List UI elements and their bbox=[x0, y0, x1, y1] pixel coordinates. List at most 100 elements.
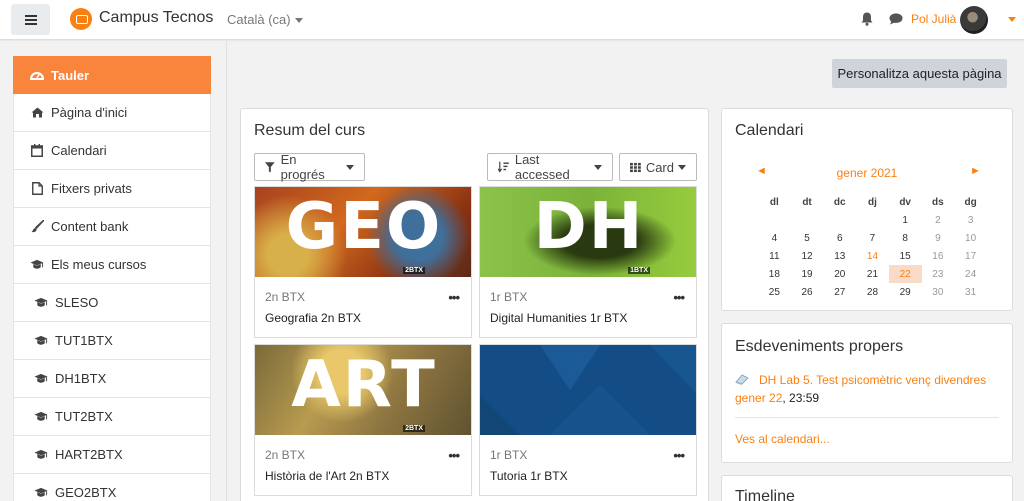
course-name-link[interactable]: Història de l'Art 2n BTX bbox=[265, 469, 389, 483]
menu-icon bbox=[24, 14, 37, 25]
user-name[interactable]: Pol Julià bbox=[911, 12, 956, 26]
weekday-header: dc bbox=[833, 196, 846, 208]
grouping-filter-dropdown[interactable]: En progrés bbox=[254, 152, 365, 182]
view-label: Card bbox=[645, 159, 674, 175]
divider bbox=[735, 417, 999, 418]
course-category: 1r BTX bbox=[490, 290, 528, 304]
course-image-pattern bbox=[480, 345, 696, 435]
calendar-day[interactable]: 12 bbox=[791, 247, 824, 265]
calendar-day[interactable]: 1 bbox=[889, 211, 922, 229]
course-actions-button[interactable]: ••• bbox=[673, 290, 685, 305]
calendar-day[interactable]: 2 bbox=[922, 211, 955, 229]
calendar-day[interactable]: 24 bbox=[954, 265, 987, 283]
upcoming-event[interactable]: DH Lab 5. Test psicomètric venç divendre… bbox=[735, 371, 995, 407]
calendar-day[interactable]: 13 bbox=[823, 247, 856, 265]
calendar-week-row: 11 12 13 14 15 16 17 bbox=[758, 247, 987, 265]
nav-item-dashboard[interactable]: Tauler bbox=[13, 56, 211, 94]
calendar-day[interactable]: 30 bbox=[922, 283, 955, 301]
go-to-calendar-link[interactable]: Ves al calendari... bbox=[735, 432, 830, 446]
course-card[interactable]: DH 1BTX 1r BTX ••• Digital Humanities 1r… bbox=[479, 186, 697, 338]
menu-toggle-button[interactable] bbox=[11, 4, 50, 35]
calendar-day[interactable]: 22 bbox=[888, 265, 922, 283]
site-name[interactable]: Campus Tecnos bbox=[99, 9, 213, 27]
nav-item-course-sleso[interactable]: SLESO bbox=[13, 284, 211, 322]
calendar-day[interactable]: 8 bbox=[889, 229, 922, 247]
nav-item-course-hart2btx[interactable]: HART2BTX bbox=[13, 436, 211, 474]
chevron-down-icon bbox=[594, 164, 602, 170]
course-card[interactable]: GEO 2BTX 2n BTX ••• Geografia 2n BTX bbox=[254, 186, 472, 338]
calendar-day[interactable]: 3 bbox=[954, 211, 987, 229]
calendar-day[interactable]: 18 bbox=[758, 265, 791, 283]
language-selector[interactable]: Català (ca) bbox=[227, 12, 303, 27]
nav-item-content-bank[interactable]: Content bank bbox=[13, 208, 211, 246]
avatar[interactable] bbox=[960, 6, 988, 34]
site-logo[interactable] bbox=[70, 8, 92, 30]
calendar-day[interactable]: 6 bbox=[823, 229, 856, 247]
calendar-day[interactable]: 25 bbox=[758, 283, 791, 301]
course-card[interactable]: 1r BTX ••• Tutoria 1r BTX bbox=[479, 344, 697, 496]
view-dropdown[interactable]: Card bbox=[619, 153, 697, 181]
course-image[interactable]: GEO 2BTX bbox=[255, 187, 471, 277]
calendar-week-row: 25 26 27 28 29 30 31 bbox=[758, 283, 987, 301]
course-name-link[interactable]: Digital Humanities 1r BTX bbox=[490, 311, 627, 325]
next-month-button[interactable]: ► bbox=[970, 165, 981, 177]
calendar-day[interactable]: 16 bbox=[922, 247, 955, 265]
chevron-down-icon bbox=[294, 18, 303, 24]
calendar-day[interactable]: 20 bbox=[823, 265, 856, 283]
course-image-tag: 2BTX bbox=[403, 425, 425, 432]
calendar-day[interactable]: 27 bbox=[823, 283, 856, 301]
nav-item-home[interactable]: Pàgina d'inici bbox=[13, 94, 211, 132]
calendar-day[interactable]: 4 bbox=[758, 229, 791, 247]
course-actions-button[interactable]: ••• bbox=[448, 448, 460, 463]
chat-icon[interactable] bbox=[889, 13, 903, 25]
course-image[interactable]: DH 1BTX bbox=[480, 187, 696, 277]
calendar-day[interactable]: 19 bbox=[791, 265, 824, 283]
calendar-day[interactable]: 9 bbox=[922, 229, 955, 247]
sort-dropdown[interactable]: Last accessed bbox=[487, 152, 613, 182]
nav-item-my-courses[interactable]: Els meus cursos bbox=[13, 246, 211, 284]
chevron-down-icon bbox=[346, 164, 354, 170]
calendar-day[interactable]: 17 bbox=[954, 247, 987, 265]
nav-item-label: HART2BTX bbox=[55, 447, 123, 462]
course-actions-button[interactable]: ••• bbox=[673, 448, 685, 463]
course-name-link[interactable]: Tutoria 1r BTX bbox=[490, 469, 568, 483]
calendar-day[interactable]: 14 bbox=[856, 247, 889, 265]
course-category: 1r BTX bbox=[490, 448, 528, 462]
calendar-empty-cell bbox=[758, 211, 791, 229]
nav-drawer: Tauler Pàgina d'inici Calendari Fitxers … bbox=[0, 41, 227, 501]
event-title-link[interactable]: DH Lab 5. Test psicomètric bbox=[759, 373, 902, 387]
nav-item-private-files[interactable]: Fitxers privats bbox=[13, 170, 211, 208]
bell-icon[interactable] bbox=[861, 12, 873, 26]
calendar-day[interactable]: 5 bbox=[791, 229, 824, 247]
user-menu-chevron-icon[interactable] bbox=[1008, 17, 1016, 22]
weekday-header: ds bbox=[932, 196, 944, 208]
nav-item-calendar[interactable]: Calendari bbox=[13, 132, 211, 170]
nav-item-course-geo2btx[interactable]: GEO2BTX bbox=[13, 474, 211, 501]
calendar-day[interactable]: 31 bbox=[954, 283, 987, 301]
calendar-day[interactable]: 29 bbox=[889, 283, 922, 301]
course-name-link[interactable]: Geografia 2n BTX bbox=[265, 311, 361, 325]
calendar-day[interactable]: 7 bbox=[856, 229, 889, 247]
course-image-text: ART bbox=[291, 348, 437, 422]
course-image-tag: 1BTX bbox=[628, 267, 650, 274]
course-image[interactable] bbox=[480, 345, 696, 435]
course-card[interactable]: ART 2BTX 2n BTX ••• Història de l'Art 2n… bbox=[254, 344, 472, 496]
nav-item-course-tut1btx[interactable]: TUT1BTX bbox=[13, 322, 211, 360]
calendar-day[interactable]: 26 bbox=[791, 283, 824, 301]
nav-item-course-tut2btx[interactable]: TUT2BTX bbox=[13, 398, 211, 436]
graduation-cap-icon bbox=[34, 334, 48, 348]
course-actions-button[interactable]: ••• bbox=[448, 290, 460, 305]
calendar-day[interactable]: 21 bbox=[856, 265, 889, 283]
nav-item-course-dh1btx[interactable]: DH1BTX bbox=[13, 360, 211, 398]
file-icon bbox=[30, 182, 44, 196]
calendar-day[interactable]: 28 bbox=[856, 283, 889, 301]
calendar-day[interactable]: 23 bbox=[922, 265, 955, 283]
calendar-day[interactable]: 11 bbox=[758, 247, 791, 265]
course-image[interactable]: ART 2BTX bbox=[255, 345, 471, 435]
calendar-day[interactable]: 10 bbox=[954, 229, 987, 247]
calendar-empty-cell bbox=[823, 211, 856, 229]
course-image-tag: 2BTX bbox=[403, 267, 425, 274]
calendar-day[interactable]: 15 bbox=[889, 247, 922, 265]
customize-page-button[interactable]: Personalitza aquesta pàgina bbox=[832, 59, 1007, 88]
nav-item-label: Els meus cursos bbox=[51, 257, 147, 272]
